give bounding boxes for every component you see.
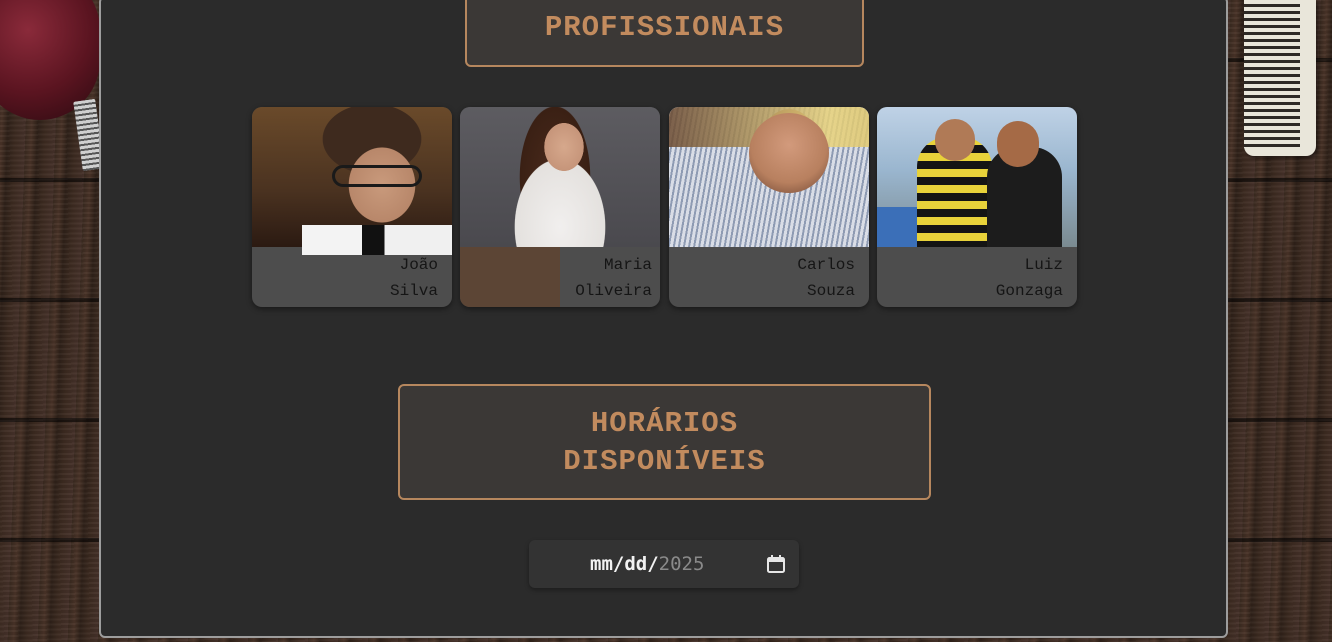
professionals-section-title: PROFISSIONAIS <box>465 0 864 67</box>
professional-card-carlos-souza[interactable]: Carlos Souza <box>669 107 869 307</box>
person-head-detail <box>997 121 1039 167</box>
professional-card-luiz-gonzaga[interactable]: Luiz Gonzaga <box>877 107 1077 307</box>
last-name: Oliveira <box>575 282 652 300</box>
person-head-detail <box>935 119 975 161</box>
last-name: Silva <box>389 282 438 300</box>
date-year-text: 2025 <box>658 553 705 575</box>
schedule-title-line2: DISPONÍVEIS <box>563 445 766 478</box>
comb-teeth <box>1244 0 1300 148</box>
first-name: Luiz <box>1024 256 1063 274</box>
calendar-icon[interactable] <box>766 554 786 574</box>
date-input[interactable]: mm/dd/2025 <box>529 540 799 588</box>
first-name: Carlos <box>797 256 855 274</box>
professional-card-maria-oliveira[interactable]: Maria Oliveira <box>460 107 660 307</box>
date-mask-text: mm/dd/ <box>590 553 659 575</box>
professional-name: João Silva <box>338 247 438 307</box>
first-name: Maria <box>603 256 652 274</box>
professional-photo <box>252 107 452 255</box>
date-input-value[interactable]: mm/dd/2025 <box>590 552 704 576</box>
glasses-detail <box>332 165 422 187</box>
last-name: Gonzaga <box>995 282 1063 300</box>
card-accent-block <box>460 247 560 307</box>
professional-card-joao-silva[interactable]: João Silva <box>252 107 452 307</box>
professional-photo <box>669 107 869 247</box>
schedule-section-title: HORÁRIOS DISPONÍVEIS <box>398 384 931 500</box>
face-detail <box>749 113 829 193</box>
last-name: Souza <box>806 282 855 300</box>
professional-photo <box>877 107 1077 247</box>
professionals-title-text: PROFISSIONAIS <box>544 11 785 44</box>
professional-photo <box>460 107 660 247</box>
comb-image <box>1244 0 1316 156</box>
professional-name: Carlos Souza <box>755 247 855 307</box>
first-name: João <box>399 256 438 274</box>
professional-name: Luiz Gonzaga <box>963 247 1063 307</box>
professional-name: Maria Oliveira <box>552 247 652 307</box>
schedule-title-line1: HORÁRIOS <box>590 407 739 440</box>
